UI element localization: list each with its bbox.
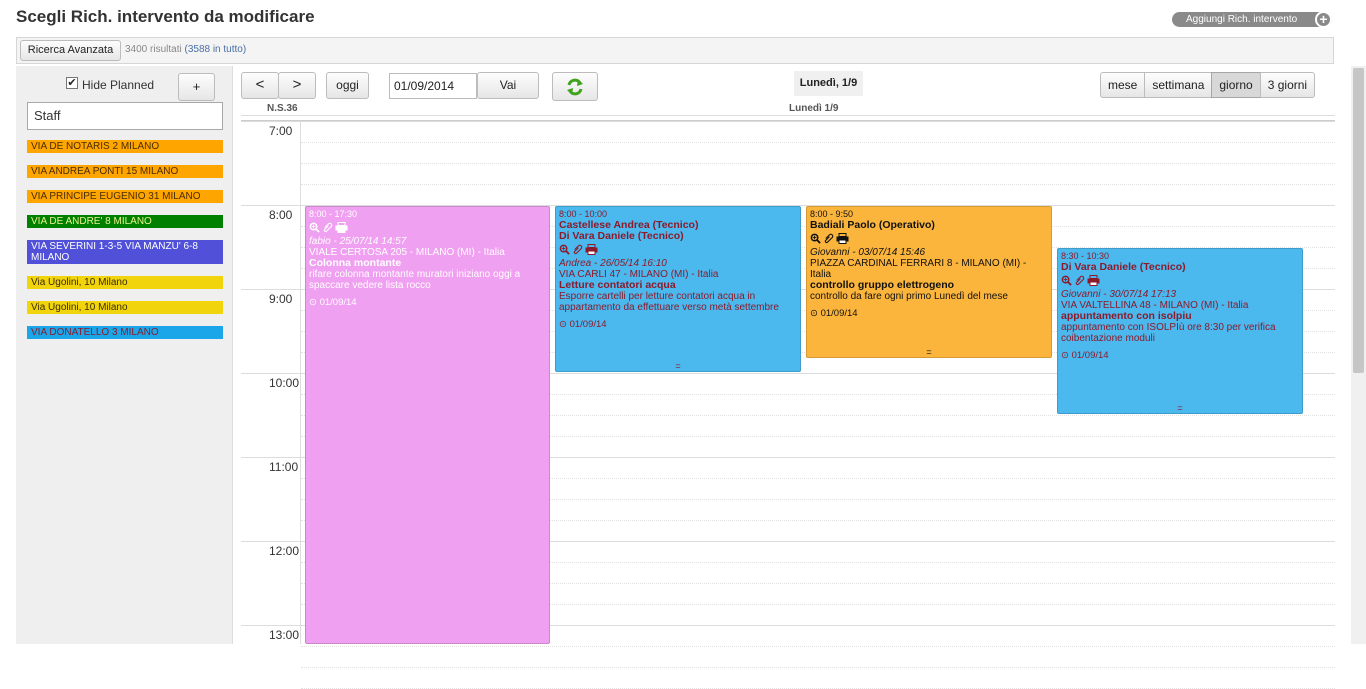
quarter-line [301, 163, 1335, 164]
resize-handle[interactable]: = [807, 348, 1051, 357]
event-description: appuntamento con ISOLPIù ore 8:30 per ve… [1061, 322, 1276, 344]
event-staff: Di Vara Daniele (Tecnico) [1061, 261, 1186, 273]
event-title: Colonna montante [309, 257, 402, 269]
event-author: Giovanni - 30/07/14 17:13 [1061, 289, 1177, 300]
view-giorno[interactable]: giorno [1211, 72, 1261, 98]
view-3-giorni[interactable]: 3 giorni [1259, 72, 1316, 98]
scrollbar[interactable] [1351, 66, 1366, 644]
event-description: controllo da fare ogni primo Lunedì del … [810, 291, 1008, 302]
event-staff: Badiali Paolo (Operativo) [810, 219, 935, 231]
hide-planned-label: Hide Planned [82, 78, 155, 92]
event-description: Esporre cartelli per letture contatori a… [559, 291, 779, 313]
staff-input[interactable]: Staff [27, 102, 223, 130]
hour-label: 10:00 [269, 376, 300, 390]
quarter-line [301, 667, 1335, 668]
event-date: ⊙ 01/09/14 [309, 297, 357, 308]
event-title: appuntamento con isolpiu [1061, 310, 1192, 322]
sidebar-add-button[interactable]: + [178, 73, 215, 101]
results-total-link[interactable]: (3588 in tutto) [184, 44, 246, 55]
event-description: rifare colonna montante muratori inizian… [309, 269, 521, 291]
sidebar: ✔ Hide Planned + Staff VIA DE NOTARIS 2 … [16, 66, 233, 644]
location-chip[interactable]: Via Ugolini, 10 Milano [27, 301, 223, 314]
event-time: 8:00 - 17:30 [309, 209, 358, 219]
print-icon[interactable] [1087, 275, 1100, 289]
toolbar: Ricerca Avanzata 3400 risultati (3588 in… [16, 37, 1334, 64]
results-summary: 3400 risultati (3588 in tutto) [125, 44, 246, 55]
add-request-button[interactable]: Aggiungi Rich. intervento + [1172, 11, 1332, 28]
location-chip[interactable]: VIA ANDREA PONTI 15 MILANO [27, 165, 223, 178]
event-title: Letture contatori acqua [559, 279, 676, 291]
hour-label: 11:00 [269, 460, 299, 474]
calendar: < > oggi 01/09/2014 Vai Lunedì, 1/9 mese… [241, 66, 1335, 689]
advanced-search-button[interactable]: Ricerca Avanzata [20, 40, 121, 61]
paperclip-icon[interactable] [1074, 275, 1085, 289]
hide-planned-checkbox[interactable]: ✔ [66, 77, 78, 89]
event-author: fabio - 25/07/14 14:57 [309, 236, 407, 247]
refresh-button[interactable] [552, 72, 598, 101]
page-title: Scegli Rich. intervento da modificare [16, 7, 315, 26]
day-header: Lunedì 1/9 [789, 103, 839, 114]
zoom-icon[interactable] [559, 244, 570, 258]
today-button[interactable]: oggi [326, 72, 369, 99]
add-plus-icon[interactable]: + [1315, 11, 1332, 28]
results-count: 3400 risultati [125, 44, 182, 55]
view-settimana[interactable]: settimana [1144, 72, 1213, 98]
hour-label: 8:00 [269, 208, 293, 222]
go-button[interactable]: Vai [477, 72, 539, 99]
event-title: controllo gruppo elettrogeno [810, 279, 955, 291]
calendar-event[interactable]: 8:00 - 10:00 Castellese Andrea (Tecnico) D… [555, 206, 801, 372]
hour-label: 9:00 [269, 292, 293, 306]
zoom-icon[interactable] [309, 222, 320, 236]
prev-button[interactable]: < [241, 72, 279, 99]
zoom-icon[interactable] [1061, 275, 1072, 289]
location-chip[interactable]: VIA SEVERINI 1-3-5 VIA MANZU' 6-8 MILANO [27, 240, 223, 264]
event-staff: Di Vara Daniele (Tecnico) [559, 230, 684, 242]
event-actions [309, 222, 546, 236]
hour-line [241, 121, 1335, 122]
column-header: N.S.36 Lunedì 1/9 [241, 101, 1335, 116]
paperclip-icon[interactable] [823, 233, 834, 247]
event-actions [1061, 275, 1299, 289]
resize-handle[interactable]: = [1058, 404, 1302, 413]
print-icon[interactable] [335, 222, 348, 236]
paperclip-icon[interactable] [572, 244, 583, 258]
location-chip[interactable]: VIA DE ANDRE' 8 MILANO [27, 215, 223, 228]
quarter-line [301, 142, 1335, 143]
resize-handle[interactable]: = [556, 362, 800, 371]
event-address: PIAZZA CARDINAL FERRARI 8 - MILANO (MI) … [810, 258, 1027, 280]
location-chip[interactable]: VIA DE NOTARIS 2 MILANO [27, 140, 223, 153]
view-mese[interactable]: mese [1100, 72, 1146, 98]
event-date: ⊙ 01/09/14 [810, 308, 858, 319]
event-date: ⊙ 01/09/14 [1061, 350, 1109, 361]
event-date: ⊙ 01/09/14 [559, 319, 607, 330]
location-chip[interactable]: Via Ugolini, 10 Milano [27, 276, 223, 289]
scrollbar-thumb[interactable] [1353, 68, 1364, 373]
event-actions [810, 233, 1048, 247]
date-input[interactable]: 01/09/2014 [389, 73, 477, 99]
week-number: N.S.36 [267, 103, 298, 114]
zoom-icon[interactable] [810, 233, 821, 247]
event-author: Giovanni - 03/07/14 15:46 [810, 247, 926, 258]
calendar-event[interactable]: 8:30 - 10:30 Di Vara Daniele (Tecnico) Gio… [1057, 248, 1303, 414]
hour-label: 7:00 [269, 124, 293, 138]
location-chip[interactable]: VIA PRINCIPE EUGENIO 31 MILANO [27, 190, 223, 203]
calendar-title: Lunedì, 1/9 [794, 71, 863, 96]
next-button[interactable]: > [278, 72, 316, 99]
quarter-line [301, 646, 1335, 647]
time-gutter [300, 121, 301, 644]
hour-label: 12:00 [269, 544, 300, 558]
hour-label: 13:00 [269, 628, 300, 642]
add-request-label: Aggiungi Rich. intervento [1186, 14, 1298, 25]
location-chip[interactable]: VIA DONATELLO 3 MILANO [27, 326, 223, 339]
calendar-event[interactable]: 8:00 - 9:50 Badiali Paolo (Operativo) Giov… [806, 206, 1052, 358]
print-icon[interactable] [836, 233, 849, 247]
event-actions [559, 244, 797, 258]
event-author: Andrea - 26/05/14 16:10 [559, 258, 667, 269]
refresh-icon [567, 78, 583, 96]
calendar-event[interactable]: 8:00 - 17:30 fabio - 25/07/14 14:57 VIALE … [305, 206, 550, 644]
paperclip-icon[interactable] [322, 222, 333, 236]
quarter-line [301, 184, 1335, 185]
print-icon[interactable] [585, 244, 598, 258]
view-switcher: mese settimana giorno 3 giorni [1100, 72, 1316, 98]
